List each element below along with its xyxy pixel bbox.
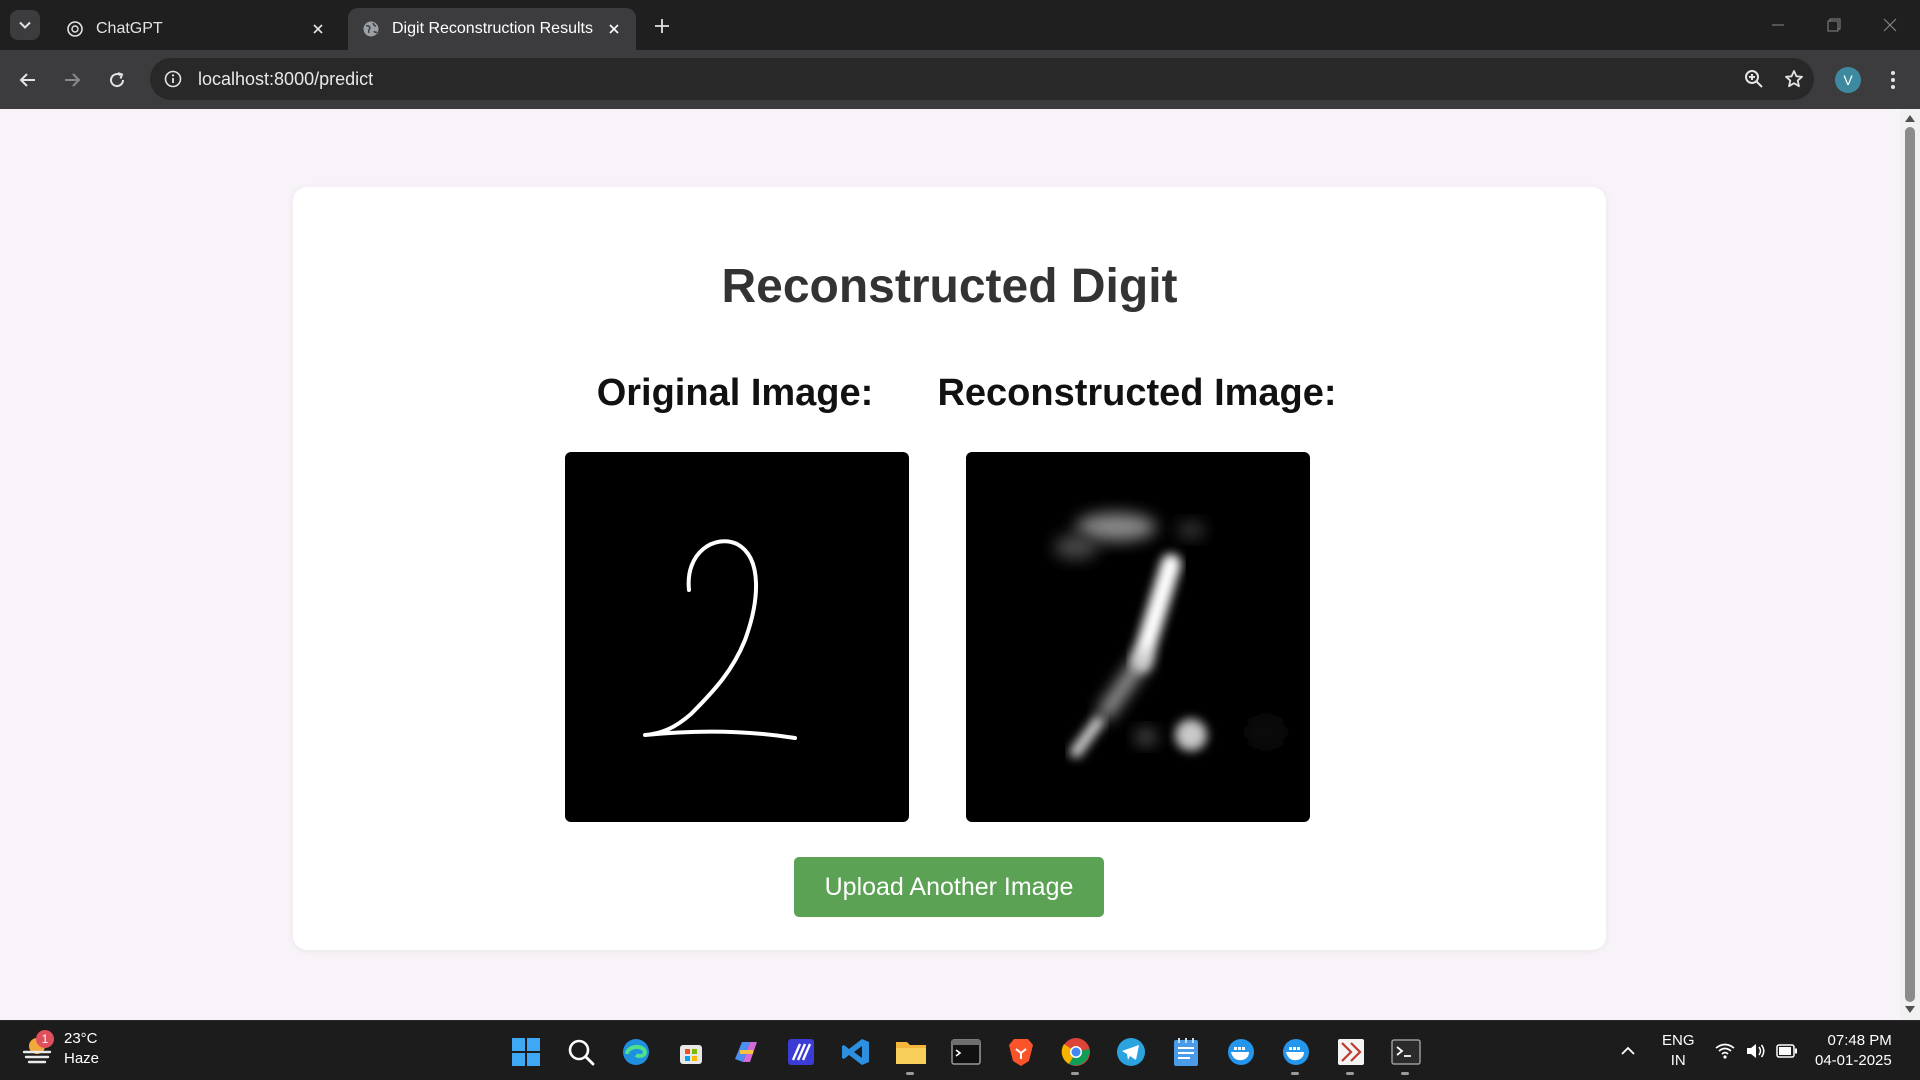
back-button[interactable] [12, 64, 44, 96]
app-icon[interactable] [1323, 1031, 1378, 1075]
minimize-button[interactable] [1750, 0, 1806, 50]
reload-button[interactable] [101, 64, 133, 96]
vscode-icon[interactable] [828, 1031, 883, 1073]
close-window-button[interactable] [1862, 0, 1918, 50]
reconstructed-image-label: Reconstructed Image: [937, 372, 1337, 414]
close-icon[interactable] [308, 19, 328, 39]
globe-icon [362, 20, 380, 38]
weather-widget[interactable]: 1 23°C Haze [20, 1029, 99, 1069]
terminal-icon[interactable] [938, 1031, 993, 1073]
page-title: Reconstructed Digit [721, 260, 1178, 313]
tab-search-button[interactable] [10, 10, 40, 40]
terminal-icon[interactable] [1378, 1031, 1433, 1075]
windows-taskbar: 1 23°C Haze ENG IN 07:48 PM 04-01-2025 [0, 1020, 1920, 1080]
tab-strip: ChatGPT Digit Reconstruction Results [0, 0, 1920, 50]
page-viewport: Reconstructed Digit Original Image: Reco… [0, 109, 1900, 1020]
chevron-up-icon [1621, 1046, 1635, 1055]
running-indicator [906, 1072, 914, 1075]
notification-badge: 1 [36, 1030, 54, 1048]
scroll-down-icon[interactable] [1905, 1005, 1915, 1015]
arrow-right-icon [65, 73, 81, 87]
region-code: IN [1670, 1052, 1686, 1069]
close-icon[interactable] [604, 19, 624, 39]
upload-another-image-button[interactable]: Upload Another Image [794, 857, 1104, 917]
arrow-left-icon [19, 73, 35, 87]
docker-icon[interactable] [1213, 1031, 1268, 1073]
browser-menu-button[interactable] [1878, 64, 1908, 96]
restore-button[interactable] [1806, 0, 1862, 50]
tab-chatgpt[interactable]: ChatGPT [52, 8, 340, 50]
weather-haze-icon: 1 [20, 1030, 54, 1066]
original-image-label: Original Image: [596, 372, 874, 414]
original-digit-image [565, 452, 909, 822]
store-icon[interactable] [663, 1031, 718, 1073]
system-clock[interactable]: 07:48 PM 04-01-2025 [1815, 1021, 1892, 1080]
bookmark-star-icon[interactable] [1774, 59, 1814, 99]
taskbar-apps [498, 1031, 1433, 1075]
edge-icon[interactable] [608, 1031, 663, 1073]
show-hidden-icons-button[interactable] [1620, 1021, 1636, 1080]
profile-avatar[interactable]: V [1835, 67, 1861, 93]
reconstructed-column: Reconstructed Image: [927, 372, 1347, 415]
battery-icon[interactable] [1776, 1021, 1798, 1080]
running-indicator [1071, 1072, 1079, 1075]
language-indicator[interactable]: ENG IN [1662, 1021, 1695, 1080]
brave-icon[interactable] [993, 1031, 1048, 1073]
chevron-down-icon [19, 21, 31, 29]
browser-toolbar: localhost:8000/predict V [0, 50, 1920, 109]
app-icon[interactable] [773, 1031, 828, 1073]
forward-button[interactable] [56, 64, 88, 96]
reconstructed-digit-image [966, 452, 1310, 822]
search-icon[interactable] [553, 1031, 608, 1073]
tab-digit-reconstruction[interactable]: Digit Reconstruction Results [348, 8, 636, 50]
wifi-icon[interactable] [1715, 1021, 1735, 1080]
clock-time: 07:48 PM [1827, 1032, 1892, 1049]
tab-title: ChatGPT [96, 20, 163, 37]
language-code: ENG [1662, 1032, 1695, 1049]
page-scrollbar[interactable] [1900, 109, 1920, 1020]
chatgpt-icon [66, 20, 84, 38]
result-card: Reconstructed Digit Original Image: Reco… [293, 187, 1606, 950]
telegram-icon[interactable] [1103, 1031, 1158, 1073]
notepad-icon[interactable] [1158, 1031, 1213, 1073]
windows-start-icon[interactable] [498, 1031, 553, 1073]
running-indicator [1291, 1072, 1299, 1075]
more-vertical-icon [1891, 71, 1895, 89]
zoom-icon[interactable] [1734, 59, 1774, 99]
running-indicator [1401, 1072, 1409, 1075]
original-column: Original Image: [525, 372, 945, 415]
running-indicator [1346, 1072, 1354, 1075]
new-tab-button[interactable] [648, 12, 676, 40]
minimize-icon [1772, 24, 1784, 26]
reload-icon [110, 72, 125, 88]
chrome-icon[interactable] [1048, 1031, 1103, 1075]
scroll-up-icon[interactable] [1905, 113, 1915, 123]
tab-title: Digit Reconstruction Results [392, 20, 593, 37]
close-icon [1883, 18, 1897, 32]
weather-text: 23°C Haze [64, 1029, 99, 1069]
weather-condition: Haze [64, 1050, 100, 1067]
address-bar[interactable]: localhost:8000/predict [150, 58, 1814, 100]
url-text[interactable]: localhost:8000/predict [198, 69, 1734, 90]
clock-date: 04-01-2025 [1815, 1052, 1892, 1069]
plus-icon [655, 19, 669, 33]
file-explorer-icon[interactable] [883, 1031, 938, 1075]
docker-icon[interactable] [1268, 1031, 1323, 1075]
info-icon[interactable] [162, 68, 184, 90]
weather-temperature: 23°C [64, 1030, 98, 1047]
scrollbar-thumb[interactable] [1905, 127, 1915, 1002]
copilot-icon[interactable] [718, 1031, 773, 1073]
restore-icon [1827, 18, 1841, 32]
volume-icon[interactable] [1746, 1021, 1766, 1080]
